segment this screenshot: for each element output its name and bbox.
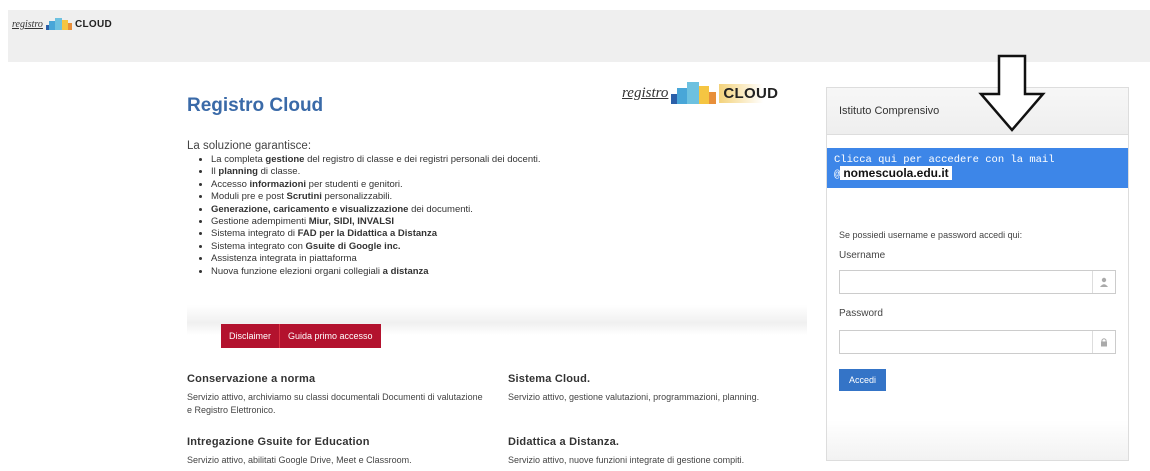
feature-text: del registro di classe e dei registri pe… [304, 154, 541, 165]
feature-item: La completa gestione del registro di cla… [211, 154, 541, 166]
feature-item: Generazione, caricamento e visualizzazio… [211, 204, 541, 216]
intro-text: La soluzione garantisce: [187, 140, 312, 152]
logo-tiles-icon [671, 82, 717, 104]
password-label: Password [839, 308, 883, 319]
feature-text: per studenti e genitori. [306, 178, 403, 190]
panel-footer [827, 420, 1128, 460]
feature-item: Accesso informazioni per studenti e geni… [211, 179, 541, 191]
feature-item: Il planning di classe. [211, 166, 541, 178]
logo-word-text: CLOUD [719, 83, 783, 103]
guide-button[interactable]: Guida primo accesso [279, 324, 381, 348]
section-title: Conservazione a norma [187, 373, 316, 385]
mail-login-text: Clicca qui per accedere con la mail [834, 154, 1055, 166]
feature-text: Accesso [211, 178, 250, 190]
password-field[interactable] [839, 330, 1116, 354]
feature-text: Sistema integrato con [211, 240, 306, 252]
section-dad: Didattica a Distanza. Servizio attivo, n… [508, 436, 808, 467]
feature-text: Gestione adempimenti [211, 216, 309, 228]
down-arrow-icon [978, 54, 1046, 132]
lock-icon [1092, 331, 1115, 353]
mail-login-button[interactable]: Clicca qui per accedere con la mail @ nom… [827, 148, 1128, 188]
section-conservazione: Conservazione a norma Servizio attivo, a… [187, 373, 487, 416]
section-title: Sistema Cloud. [508, 373, 591, 385]
feature-text: informazioni [249, 178, 307, 190]
disclaimer-button[interactable]: Disclaimer [221, 324, 280, 348]
feature-text: planning [218, 166, 258, 178]
feature-text: gestione [265, 154, 305, 165]
feature-text: di classe. [257, 166, 301, 178]
section-text: Servizio attivo, nuove funzioni integrat… [508, 455, 745, 465]
user-icon [1092, 271, 1115, 293]
username-field[interactable] [839, 270, 1116, 294]
feature-item: Sistema integrato con Gsuite di Google i… [211, 241, 541, 253]
login-panel: Istituto Comprensivo Clicca qui per acce… [826, 54, 1129, 461]
logo-script-text: registro [12, 18, 43, 30]
feature-text: a distanza [382, 265, 429, 277]
feature-text: Gsuite di Google inc. [305, 240, 401, 252]
feature-text: Miur, SIDI, INVALSI [308, 216, 395, 228]
feature-item: Gestione adempimenti Miur, SIDI, INVALSI [211, 216, 541, 228]
section-text: Servizio attivo, gestione valutazioni, p… [508, 392, 760, 402]
feature-item: Assistenza integrata in piattaforma [211, 253, 541, 265]
mail-domain: nomescuola.edu.it [840, 166, 952, 180]
page-title: Registro Cloud [187, 95, 324, 116]
feature-item: Moduli pre e post Scrutini personalizzab… [211, 191, 541, 203]
feature-item: Sistema integrato di FAD per la Didattic… [211, 228, 541, 240]
feature-text: dei documenti. [408, 203, 473, 215]
section-title: Intregazione Gsuite for Education [187, 436, 370, 448]
login-note: Se possiedi username e password accedi q… [839, 230, 1023, 240]
header-logo[interactable]: registro CLOUD [12, 18, 112, 30]
action-buttons: Disclaimer Guida primo accesso [221, 324, 381, 348]
section-gsuite: Intregazione Gsuite for Education Serviz… [187, 436, 487, 467]
main-logo: registro CLOUD [622, 82, 783, 104]
features-list: La completa gestione del registro di cla… [203, 154, 541, 278]
login-submit-button[interactable]: Accedi [839, 369, 887, 391]
section-title: Didattica a Distanza. [508, 436, 620, 448]
feature-text: Nuova funzione elezioni organi collegial… [211, 265, 383, 277]
section-text: Servizio attivo, archiviamo su classi do… [187, 392, 483, 415]
feature-text: La completa [211, 154, 266, 165]
feature-item: Nuova funzione elezioni organi collegial… [211, 266, 541, 278]
feature-text: Moduli pre e post [211, 191, 287, 203]
username-label: Username [839, 250, 886, 261]
feature-text: Generazione, caricamento e visualizzazio… [211, 203, 409, 215]
logo-script-text: registro [622, 84, 669, 101]
feature-text: Scrutini [286, 191, 322, 203]
feature-text: Assistenza integrata in piattaforma [211, 253, 357, 265]
feature-text: Sistema integrato di [211, 228, 298, 240]
school-name: Istituto Comprensivo [839, 105, 940, 117]
feature-text: personalizzabili. [321, 191, 393, 203]
section-cloud: Sistema Cloud. Servizio attivo, gestione… [508, 373, 768, 404]
feature-text: FAD per la Didattica a Distanza [297, 228, 437, 240]
logo-tiles-icon [45, 18, 72, 30]
logo-word-text: CLOUD [74, 18, 112, 30]
section-text: Servizio attivo, abilitati Google Drive,… [187, 455, 412, 465]
